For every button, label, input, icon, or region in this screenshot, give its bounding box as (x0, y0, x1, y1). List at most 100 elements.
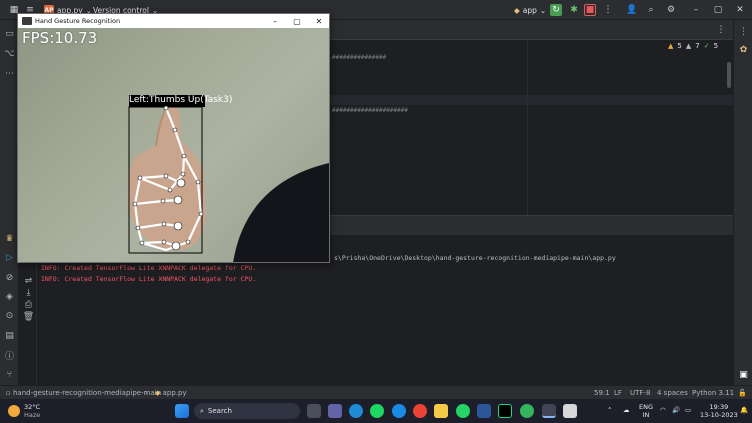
more-tools-icon[interactable]: ⋯ (4, 68, 15, 79)
python-icon: ◆ (514, 5, 520, 15)
breadcrumb-separator-icon: › (145, 389, 148, 397)
region: IN (642, 411, 650, 419)
debug-icon[interactable]: ✱ (568, 4, 580, 16)
landmark-fingertip (173, 221, 183, 231)
rerun-button[interactable]: ↻ (550, 4, 562, 16)
battery-icon[interactable]: ▭ (685, 406, 691, 414)
window-minimize-button[interactable]: – (264, 14, 286, 28)
editor-options-icon[interactable]: ⋮ (715, 24, 727, 36)
typo-count: 5 (713, 42, 719, 50)
line-separator[interactable]: LF (614, 389, 622, 397)
window-maximize-button[interactable]: ▢ (286, 14, 308, 28)
task-view-icon[interactable] (307, 404, 321, 418)
close-icon[interactable]: ✕ (734, 4, 746, 16)
python-interpreter[interactable]: Python 3.11 (692, 389, 734, 397)
services-icon[interactable]: ⊘ (4, 272, 15, 283)
file-encoding[interactable]: UTF-8 (630, 389, 650, 397)
browser-icon[interactable] (392, 404, 406, 418)
spotify-icon[interactable] (370, 404, 384, 418)
weather-temp: 32°C (24, 403, 41, 411)
structure-icon[interactable]: ⌥ (4, 48, 15, 59)
lock-icon[interactable]: 🔓 (738, 389, 747, 397)
landmark (135, 225, 141, 231)
problems-icon[interactable]: ⓘ (4, 350, 15, 362)
settings-gear-icon[interactable]: ⚙ (665, 4, 677, 16)
editor-scrollbar[interactable] (727, 62, 731, 88)
language: ENG (639, 403, 654, 411)
weather-desc: Haze (24, 411, 41, 419)
terminal-icon[interactable]: ▤ (4, 330, 15, 341)
landmark-wrist (167, 187, 173, 193)
window-close-button[interactable]: ✕ (308, 14, 329, 28)
landmark-fingertip (176, 178, 186, 188)
clock-date: 13-10-2023 (700, 411, 738, 419)
database-icon[interactable]: ▣ (738, 369, 749, 380)
tray-overflow-icon[interactable]: ⌃ (607, 406, 612, 414)
landmark (172, 127, 178, 133)
python-packages-icon[interactable]: ♛ (4, 233, 15, 244)
console-line: INFO: Created TensorFlow Lite XNNPACK de… (41, 264, 257, 272)
edge-browser-icon[interactable] (349, 404, 363, 418)
breadcrumb-project[interactable]: ▫ hand-gesture-recognition-mediapipe-mai… (6, 389, 161, 397)
weather-widget[interactable]: 32°C Haze (24, 403, 40, 419)
landmark-fingertip (171, 241, 181, 251)
cloud-icon[interactable]: ☁ (623, 406, 630, 414)
landmark-thumb-tip (163, 105, 169, 111)
print-icon[interactable]: ⎙ (23, 299, 34, 310)
soft-wrap-icon[interactable]: ⇌ (23, 275, 34, 286)
play-circle-icon[interactable]: ⊙ (4, 310, 15, 321)
breadcrumb-file[interactable]: ◆ app.py (155, 389, 187, 397)
pycharm-icon[interactable] (498, 404, 512, 418)
project-folder-icon[interactable]: ▭ (4, 28, 15, 39)
app-icon[interactable] (520, 404, 534, 418)
maximize-icon[interactable]: ▢ (712, 4, 724, 16)
notifications-icon[interactable]: ⋮ (738, 26, 749, 37)
inspection-widget[interactable]: ▲ 5 ▲ 7 ✓ 5 (668, 42, 718, 50)
minimize-icon[interactable]: – (690, 4, 702, 16)
whatsapp-icon[interactable] (456, 404, 470, 418)
run-tool-icon[interactable]: ▷ (4, 252, 15, 263)
middle-skeleton (133, 198, 180, 206)
landmark (195, 179, 201, 185)
add-user-icon[interactable]: 👤 (626, 4, 638, 16)
console-line: INFO: Created TensorFlow Lite XNNPACK de… (41, 275, 257, 283)
landmark (161, 221, 167, 227)
ring-skeleton (136, 222, 180, 230)
landmark (160, 198, 166, 204)
run-config-selector[interactable]: ◆ app ⌄ (514, 4, 546, 16)
chrome-icon[interactable] (413, 404, 427, 418)
clock[interactable]: 19:39 13-10-2023 (700, 403, 738, 419)
teams-chat-icon[interactable] (328, 404, 342, 418)
window-titlebar[interactable]: Hand Gesture Recognition – ▢ ✕ (18, 14, 329, 28)
search-icon[interactable]: ⌕ (645, 4, 657, 16)
volume-icon[interactable]: 🔊 (672, 406, 680, 414)
ai-assistant-icon[interactable]: ✿ (738, 44, 749, 55)
windows-taskbar: 32°C Haze ⌕ Search ⌃ ☁ ENG IN ◠ 🔊 ▭ 19:3… (0, 399, 752, 423)
trash-icon[interactable]: 🗑 (23, 311, 34, 322)
file-explorer-icon[interactable] (434, 404, 448, 418)
word-icon[interactable] (477, 404, 491, 418)
landmark (161, 239, 167, 245)
scroll-to-end-icon[interactable]: ⤓ (23, 287, 34, 298)
git-icon[interactable]: ⑂ (4, 369, 15, 380)
gesture-recognition-window[interactable]: Hand Gesture Recognition – ▢ ✕ FPS:10.73… (17, 13, 330, 263)
window-app-icon (22, 17, 32, 25)
right-margin-guide (527, 40, 528, 215)
stop-button[interactable]: ■ (584, 4, 596, 16)
layers-icon[interactable]: ◈ (4, 291, 15, 302)
notepad-icon[interactable] (563, 404, 577, 418)
start-button-icon[interactable] (175, 404, 189, 418)
weak-warning-count: 7 (695, 42, 700, 50)
code-line: ##################### (332, 107, 408, 114)
taskbar-search[interactable]: ⌕ Search (194, 403, 300, 419)
weather-icon[interactable] (8, 405, 20, 417)
wifi-icon[interactable]: ◠ (660, 406, 666, 414)
run-config-name: app (522, 5, 537, 15)
indent-setting[interactable]: 4 spaces (657, 389, 688, 397)
notification-bell-icon[interactable]: 🔔 (740, 406, 748, 414)
landmark-fingertip (173, 195, 183, 205)
caret-position[interactable]: 59:1 (594, 389, 610, 397)
more-actions-icon[interactable]: ⋮ (602, 4, 614, 16)
python-window-icon[interactable] (542, 404, 556, 418)
language-indicator[interactable]: ENG IN (639, 403, 653, 419)
